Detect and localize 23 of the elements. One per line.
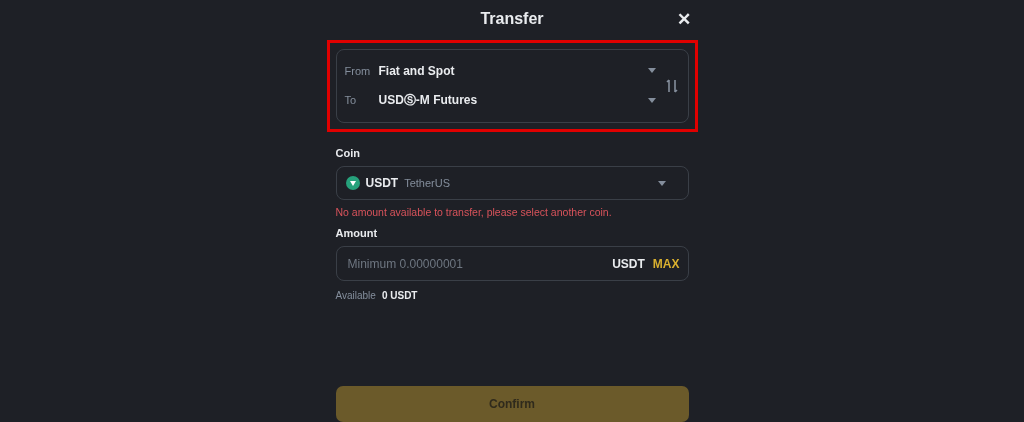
to-label: To <box>344 94 358 107</box>
dialog-title: Transfer <box>480 10 544 29</box>
coin-symbol: USDT <box>365 176 399 191</box>
coin-name: TetherUS <box>404 177 452 190</box>
from-label: From <box>344 64 372 77</box>
amount-label: Amount <box>335 227 379 240</box>
coin-label: Coin <box>335 147 361 160</box>
account-selector[interactable]: From Fiat and Spot To USDⓈ-M Futures <box>335 49 689 124</box>
available-value: 0 USDT <box>381 289 418 301</box>
caret-icon <box>657 180 666 186</box>
error-message: No amount available to transfer, please select another coin. <box>335 206 613 219</box>
amount-field[interactable]: Minimum 0.00000001 USDT MAX <box>335 246 689 281</box>
swap-icon[interactable] <box>665 79 678 94</box>
caret-icon <box>647 68 656 74</box>
unit-label: USDT <box>612 256 645 271</box>
max-button[interactable]: MAX <box>652 256 680 271</box>
coin-icon <box>345 176 360 191</box>
available-label: Available <box>335 289 376 301</box>
coin-select[interactable]: USDT TetherUS <box>335 166 689 201</box>
from-account[interactable]: Fiat and Spot <box>378 63 648 78</box>
close-button[interactable]: ✕ <box>676 9 691 30</box>
caret-icon <box>647 97 656 103</box>
to-account[interactable]: USDⓈ-M Futures <box>378 91 648 109</box>
